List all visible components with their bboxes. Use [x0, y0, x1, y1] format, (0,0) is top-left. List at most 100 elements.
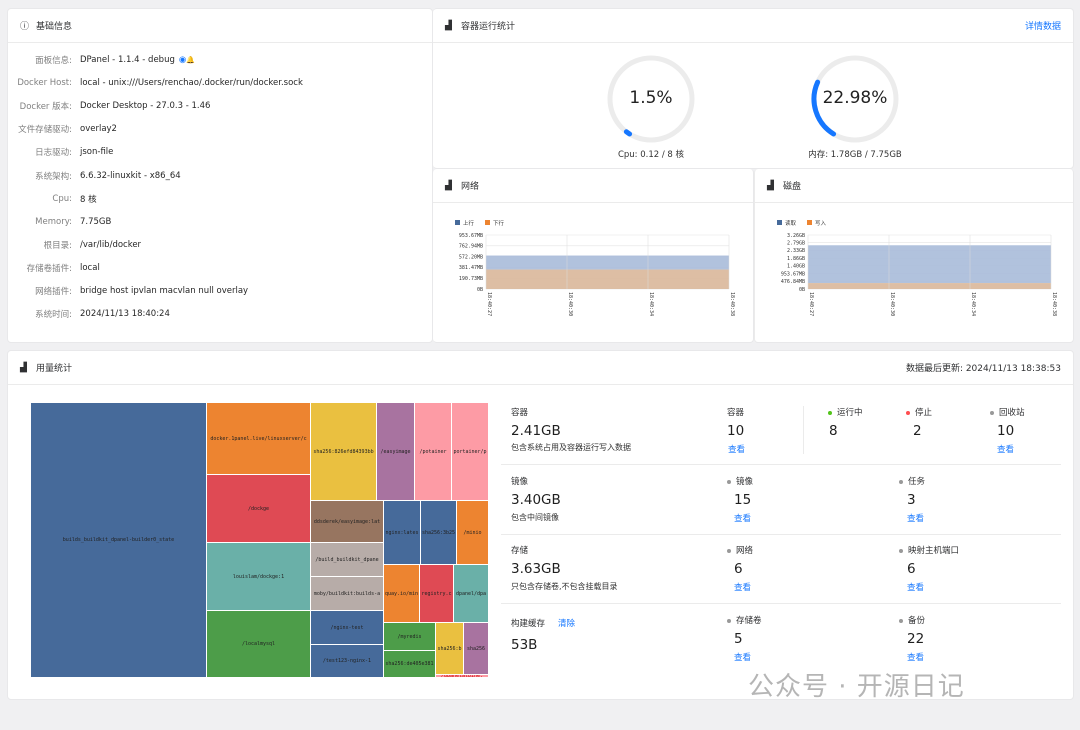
- info-label: Cpu:: [52, 193, 72, 204]
- network-view-link[interactable]: 查看: [734, 581, 751, 593]
- info-value: bridge host ipvlan macvlan null overlay: [80, 286, 249, 296]
- status-dot: [899, 618, 903, 623]
- treemap-cell[interactable]: sha256:b: [436, 623, 464, 675]
- treemap-cell[interactable]: /minio: [457, 501, 489, 565]
- treemap-cell[interactable]: /localmysql: [207, 611, 311, 678]
- series-area-2: [808, 283, 1051, 289]
- basic-info-title: 基础信息: [36, 22, 73, 32]
- detail-data-link[interactable]: 详情数据: [1025, 19, 1061, 32]
- info-row: Cpu: 8 核: [8, 191, 428, 207]
- status-label: 映射主机端口: [908, 546, 960, 556]
- legend-swatch[interactable]: [807, 220, 812, 225]
- info-label: Docker 版本:: [19, 102, 72, 113]
- info-label: 网络插件:: [35, 287, 72, 297]
- y-tick-label: 190.73MB: [459, 276, 483, 282]
- treemap-cell[interactable]: /dpanelalpine:: [436, 675, 489, 678]
- usage-card: ▟ 用量统计 数据最后更新: 2024/11/13 18:38:53 build…: [7, 350, 1074, 700]
- status-dot: [727, 548, 731, 553]
- x-tick-label: 18:40:27: [486, 292, 492, 316]
- cache-clear-link[interactable]: 清除: [558, 617, 575, 629]
- legend-label[interactable]: 写入: [815, 220, 827, 227]
- treemap-cell[interactable]: portainer/p: [452, 403, 489, 501]
- treemap-cell[interactable]: sha256: [464, 623, 489, 675]
- treemap-cell[interactable]: /test123-nginx-1: [311, 645, 384, 678]
- treemap-cell[interactable]: /build_buildkit_dpane: [311, 543, 384, 577]
- volume-label: 存储卷: [727, 614, 762, 626]
- running-label: 运行中: [828, 406, 863, 418]
- task-label: 任务: [899, 475, 925, 487]
- treemap-cell[interactable]: registry.c: [420, 565, 454, 623]
- treemap-cell[interactable]: sha256:3b25: [421, 501, 457, 565]
- info-value: 2024/11/13 18:40:24: [80, 309, 170, 320]
- task-view-link[interactable]: 查看: [907, 512, 924, 524]
- treemap-cell[interactable]: nginx:lates: [384, 501, 421, 565]
- status-label: 网络: [736, 546, 754, 556]
- y-tick-label: 0B: [477, 287, 483, 293]
- container-title: 容器: [511, 408, 529, 418]
- disk-header: ▟ 磁盘: [755, 169, 1073, 203]
- volume-view-link[interactable]: 查看: [734, 651, 751, 663]
- container-view-link[interactable]: 查看: [728, 443, 745, 455]
- treemap-cell[interactable]: /dockge: [207, 475, 311, 543]
- row-divider: [803, 406, 804, 454]
- y-tick-label: 3.26GB: [787, 233, 805, 239]
- info-label: 日志驱动:: [35, 148, 72, 159]
- legend-label[interactable]: 下行: [493, 219, 505, 227]
- info-label: Memory:: [35, 216, 72, 227]
- status-label: 运行中: [837, 408, 863, 418]
- legend-label[interactable]: 读取: [785, 219, 797, 227]
- image-view-link[interactable]: 查看: [734, 512, 751, 524]
- treemap-cell[interactable]: /myredis: [384, 623, 436, 651]
- port-view-link[interactable]: 查看: [907, 581, 924, 593]
- usage-treemap: builds_buildkit_dpanel-builder0_state doc…: [31, 403, 489, 678]
- info-value: local: [80, 262, 100, 273]
- y-tick-label: 572.20MB: [459, 254, 483, 260]
- separator: [501, 534, 1061, 535]
- status-dot: [727, 479, 731, 484]
- backup-view-link[interactable]: 查看: [907, 651, 924, 663]
- info-label: 面板信息:: [35, 56, 72, 66]
- treemap-cell[interactable]: sha256:826efd84393bb: [311, 403, 377, 501]
- legend-swatch[interactable]: [485, 220, 490, 225]
- network-title: 网络: [461, 182, 480, 192]
- series-area-1: [808, 245, 1051, 284]
- watermark: 公众号 · 开源日记: [748, 672, 965, 702]
- treemap-cell[interactable]: /potainer: [415, 403, 452, 501]
- info-row: Memory: 7.75GB: [8, 214, 428, 230]
- treemap-cell[interactable]: sha256:de405e381: [384, 651, 436, 678]
- cpu-value: 1.5%: [629, 88, 673, 108]
- y-tick-label: 953.67MB: [781, 271, 805, 277]
- treemap-cell[interactable]: louislam/dockge:1: [207, 543, 311, 611]
- treemap-cell[interactable]: builds_buildkit_dpanel-builder0_state: [31, 403, 207, 678]
- recycle-view-link[interactable]: 查看: [997, 443, 1014, 455]
- info-label: 存储卷插件:: [26, 263, 72, 274]
- info-label: 系统架构:: [35, 171, 72, 182]
- separator: [501, 464, 1061, 465]
- runtime-header: ▟ 容器运行统计 详情数据: [433, 9, 1073, 43]
- treemap-cell[interactable]: ddsderek/easyimage:lat: [311, 501, 384, 543]
- treemap-cell[interactable]: /easyimage: [377, 403, 415, 501]
- network-header: ▟ 网络: [433, 169, 753, 203]
- runtime-title: 容器运行统计: [461, 22, 516, 32]
- y-tick-label: 381.47MB: [459, 265, 483, 271]
- treemap-cell[interactable]: dpanel/dpa: [454, 565, 489, 623]
- info-row: 根目录: /var/lib/docker: [8, 237, 428, 253]
- stopped-count: 2: [913, 423, 922, 439]
- treemap-cell[interactable]: quay.io/min: [384, 565, 420, 623]
- legend-label[interactable]: 上行: [463, 219, 475, 227]
- y-tick-label: 1.86GB: [787, 256, 805, 262]
- network-count-label: 网络: [727, 544, 753, 556]
- bell-icon[interactable]: 🔔: [186, 56, 195, 64]
- legend-swatch[interactable]: [455, 220, 460, 225]
- y-tick-label: 1.40GB: [787, 264, 805, 270]
- treemap-cell[interactable]: moby/buildkit:builds-a: [311, 577, 384, 611]
- running-count: 8: [829, 423, 838, 439]
- info-value: 7.75GB: [80, 216, 112, 227]
- treemap-cell[interactable]: docker.1panel.live/linuxserver/c: [207, 403, 311, 475]
- treemap-cell[interactable]: /nginx-test: [311, 611, 384, 645]
- legend-swatch[interactable]: [777, 220, 782, 225]
- info-row: 日志驱动: json-file: [8, 144, 428, 160]
- storage-title: 存储: [511, 546, 529, 556]
- y-tick-label: 476.84MB: [781, 279, 805, 285]
- github-icon[interactable]: ◉: [179, 55, 186, 65]
